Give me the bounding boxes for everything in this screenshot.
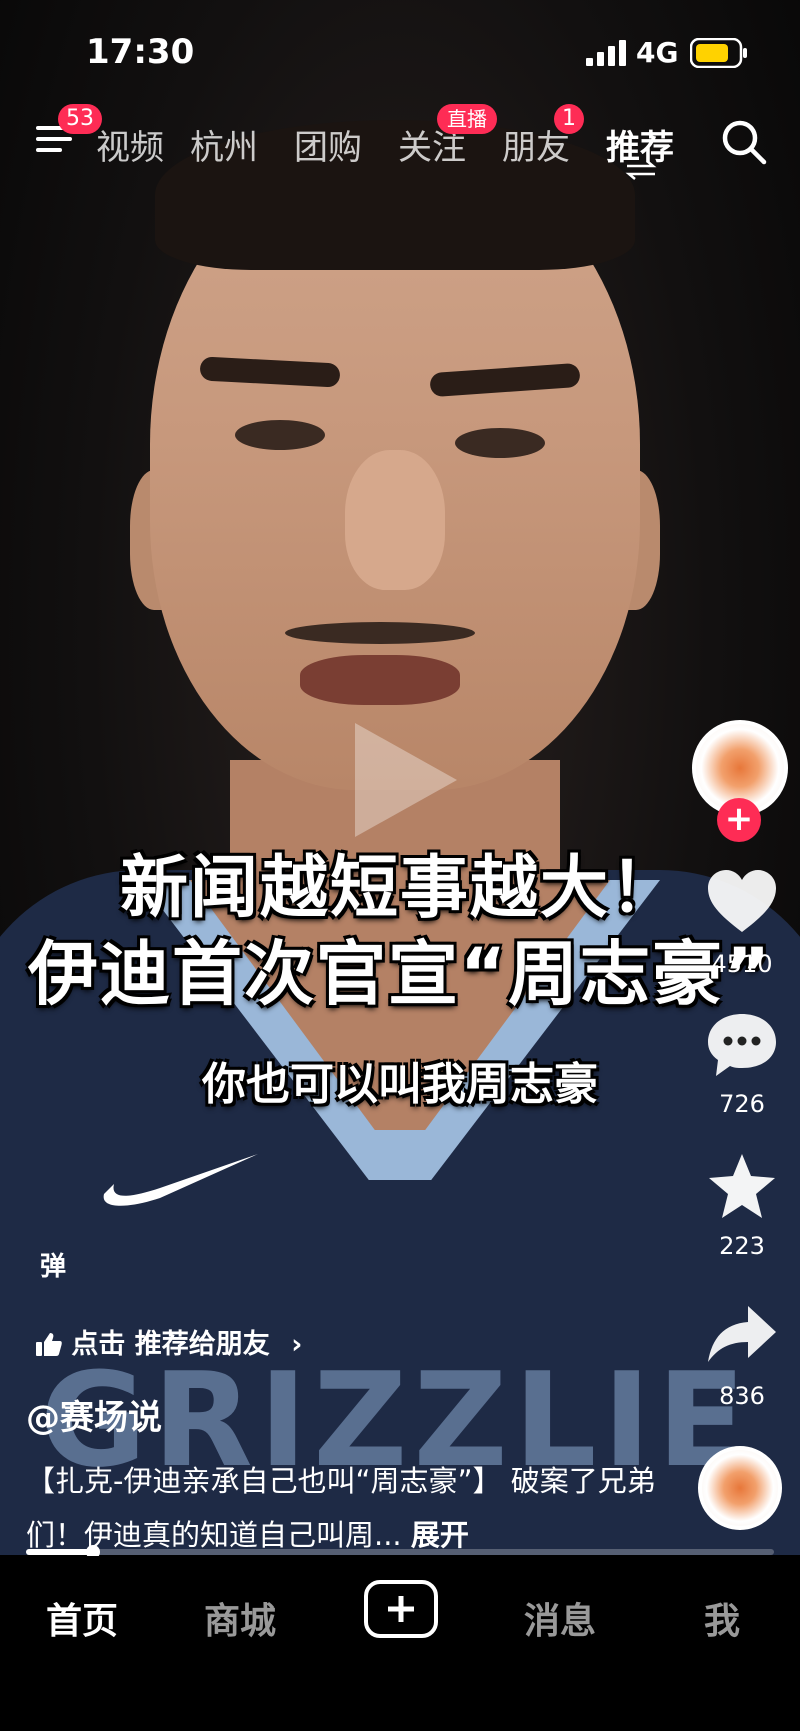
description-text: 【扎克-伊迪亲承自己也叫“周志豪”】 破案了兄弟们！伊迪真的知道自己叫周... — [26, 1464, 656, 1552]
eye-left — [235, 420, 325, 450]
favorite-count: 223 — [719, 1232, 765, 1260]
status-time: 17:30 — [86, 32, 195, 72]
video-progress-bar[interactable] — [26, 1545, 774, 1559]
eye-right — [455, 428, 545, 458]
recommend-to-friends[interactable]: 点击 推荐给朋友 › — [36, 1322, 302, 1362]
video-description: 【扎克-伊迪亲承自己也叫“周志豪”】 破案了兄弟们！伊迪真的知道自己叫周... … — [26, 1454, 666, 1562]
tab-home[interactable]: 首页 — [46, 1592, 118, 1644]
video-caption-line1: 新闻越短事越大！ — [119, 849, 680, 928]
friends-badge: 1 — [554, 104, 584, 134]
follow-button[interactable]: + — [717, 798, 761, 842]
author-name[interactable]: @赛场说 — [26, 1390, 162, 1439]
danmu-toggle[interactable]: 弹 — [40, 1246, 66, 1283]
play-icon[interactable] — [345, 715, 465, 845]
tab-video[interactable]: 视频 — [96, 120, 164, 169]
network-type: 4G — [636, 36, 679, 69]
tab-group-buy[interactable]: 团购 — [294, 120, 362, 169]
thumb-up-icon — [36, 1333, 62, 1356]
heart-icon[interactable] — [706, 868, 778, 936]
tab-hangzhou[interactable]: 杭州 — [190, 120, 258, 169]
star-icon[interactable] — [706, 1152, 778, 1220]
mustache — [285, 622, 475, 644]
tab-mall[interactable]: 商城 — [204, 1592, 276, 1644]
search-icon[interactable] — [720, 118, 768, 166]
signal-icon — [586, 40, 626, 66]
music-disc-avatar[interactable] — [698, 1446, 782, 1530]
live-badge: 直播 — [437, 104, 497, 134]
mouth — [300, 655, 460, 705]
nike-swoosh-logo — [103, 1154, 258, 1206]
bottom-tab-bar: 首页 商城 消息 我 — [0, 1556, 800, 1731]
progress-fill — [26, 1549, 94, 1555]
tab-messages[interactable]: 消息 — [524, 1592, 596, 1644]
expand-button[interactable]: 展开 — [411, 1518, 469, 1552]
battery-icon — [690, 38, 747, 68]
status-bar: 17:30 4G — [0, 0, 800, 100]
tab-me[interactable]: 我 — [704, 1592, 740, 1644]
add-icon[interactable] — [364, 1580, 438, 1638]
share-count: 836 — [719, 1382, 765, 1410]
video-subtitle: 你也可以叫我周志豪 — [202, 1059, 598, 1110]
top-nav: 53 视频 杭州 团购 关注 直播 朋友 1 推荐 — [0, 104, 800, 178]
like-count: 4510 — [711, 950, 773, 978]
comment-icon[interactable] — [706, 1010, 778, 1078]
nose — [345, 450, 445, 590]
refresh-swap-icon — [625, 160, 657, 180]
video-caption-line2: 伊迪首次官宣“周志豪” — [27, 933, 772, 1015]
chevron-right-icon: › — [291, 1329, 303, 1360]
share-icon[interactable] — [706, 1302, 778, 1370]
comment-count: 726 — [719, 1090, 765, 1118]
recommend-text: 点击 推荐给朋友 — [71, 1329, 270, 1360]
